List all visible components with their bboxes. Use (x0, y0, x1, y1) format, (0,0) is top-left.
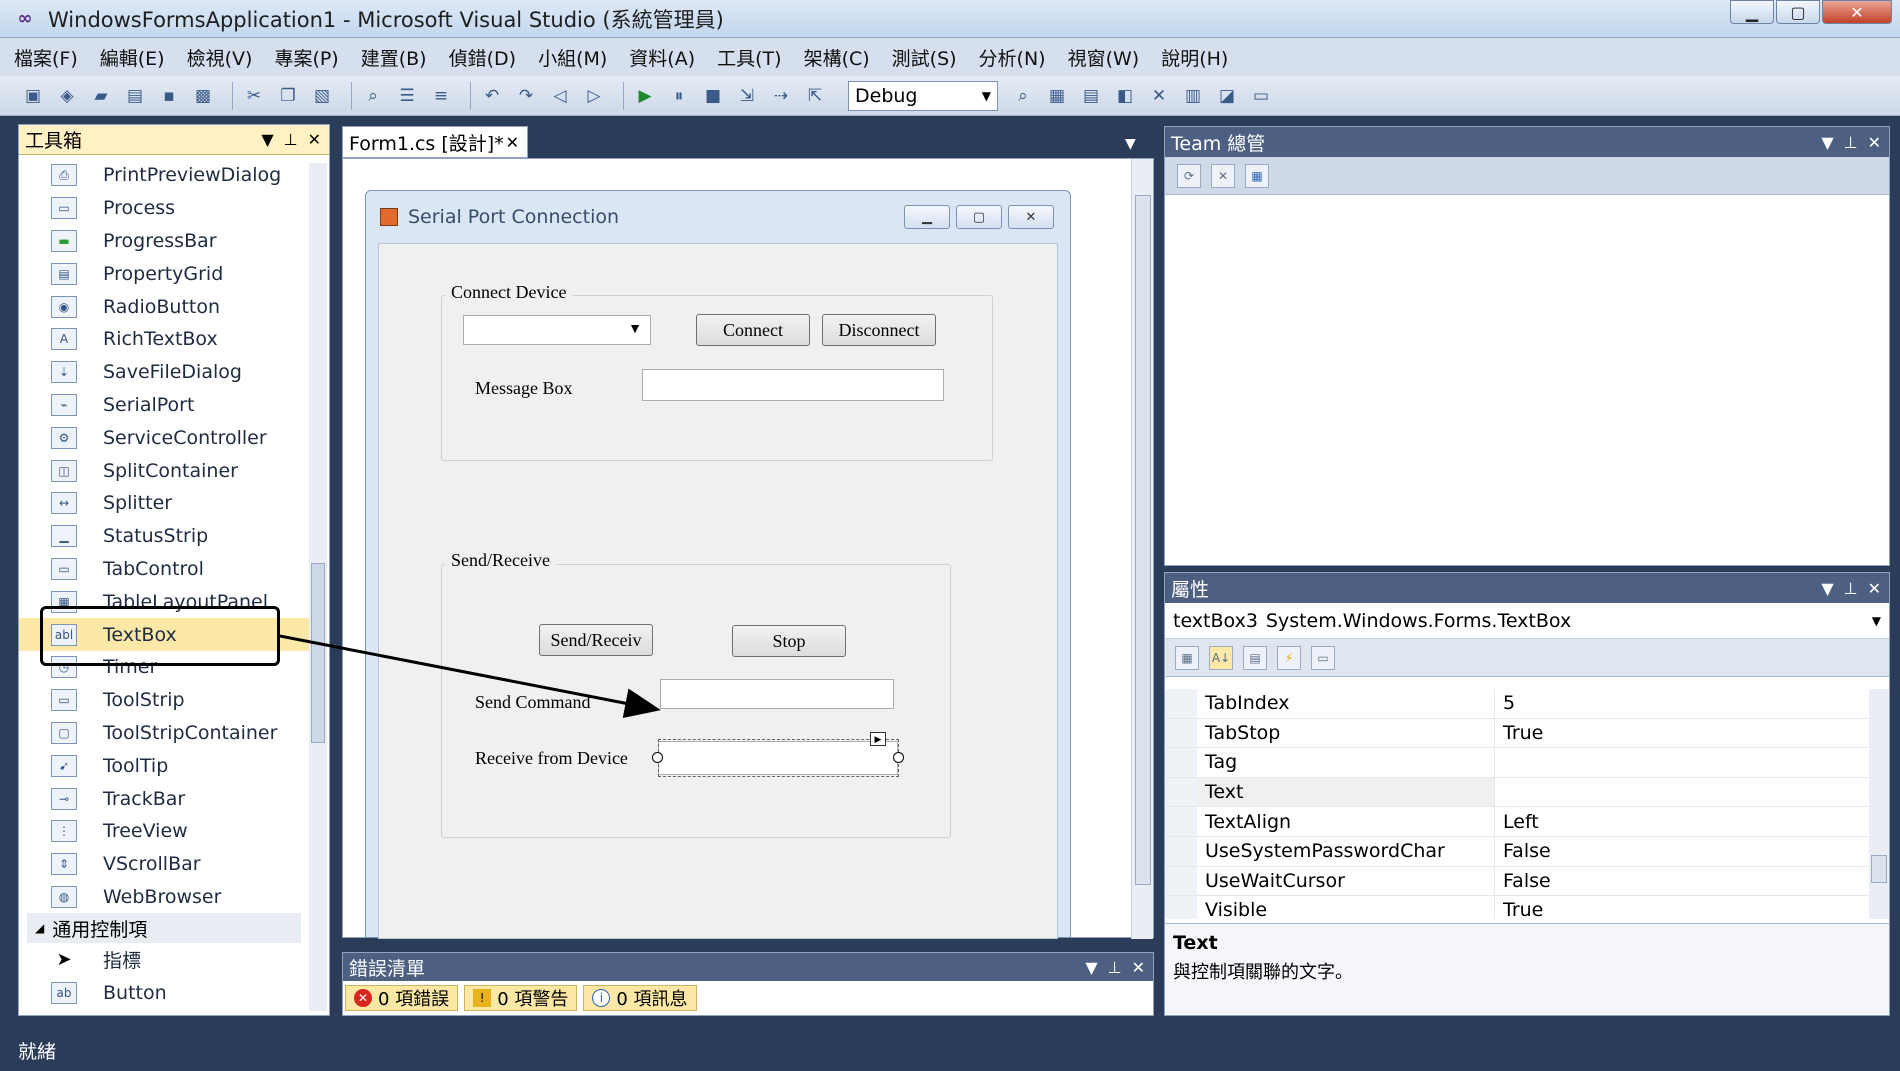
close-icon[interactable]: ✕ (1132, 958, 1145, 977)
property-name: TextAlign (1165, 807, 1495, 836)
property-description-text: 與控制項關聯的文字。 (1173, 962, 1353, 983)
object-name: textBox3 (1173, 609, 1258, 632)
property-row-visible[interactable]: Visible True (1165, 896, 1871, 919)
pin-icon[interactable]: ⊥ (1844, 579, 1858, 598)
warnings-filter-button[interactable]: ! 0 項警告 (464, 985, 578, 1011)
close-icon[interactable]: ✕ (1868, 133, 1881, 152)
property-row-usesystempasswordchar[interactable]: UseSystemPasswordChar False (1165, 836, 1871, 867)
property-description-title: Text (1173, 932, 1218, 954)
property-value[interactable]: True (1495, 899, 1543, 919)
property-grid-scrollbar[interactable] (1869, 689, 1889, 919)
dropdown-icon[interactable]: ▼ (1085, 958, 1097, 977)
property-row-tabindex[interactable]: TabIndex 5 (1165, 689, 1871, 719)
info-icon: i (592, 989, 611, 1007)
property-row-usewaitcursor[interactable]: UseWaitCursor False (1165, 866, 1871, 897)
team-explorer-toolbar: ⟳ ✕ ▦ (1165, 157, 1889, 195)
properties-toolbar: ▦ A↓ ▤ ⚡ ▭ (1165, 639, 1889, 677)
team-explorer-title-bar: Team 總管 ▼ ⊥ ✕ (1165, 127, 1889, 157)
property-description: Text 與控制項關聯的文字。 (1165, 923, 1889, 1015)
errors-count: 0 項錯誤 (378, 989, 450, 1010)
property-row-text[interactable]: Text (1165, 777, 1871, 808)
warning-icon: ! (473, 989, 492, 1007)
property-value[interactable]: False (1495, 840, 1551, 862)
properties-title: 屬性 (1171, 578, 1210, 601)
panel-tools: ▼ ⊥ ✕ (1821, 133, 1889, 152)
alphabetical-icon[interactable]: A↓ (1209, 645, 1233, 670)
property-grid: TabIndex 5 TabStop True Tag Text TextAlign… (1165, 689, 1871, 919)
properties-panel: 屬性 ▼ ⊥ ✕ textBox3 System.Windows.Forms.T… (1164, 572, 1890, 1016)
property-name: TabStop (1165, 718, 1495, 748)
dropdown-icon[interactable]: ▼ (1821, 579, 1833, 598)
property-row-textalign[interactable]: TextAlign Left (1165, 807, 1871, 837)
error-list-filters: ✕ 0 項錯誤 ! 0 項警告 i 0 項訊息 (343, 981, 1153, 1015)
warnings-count: 0 項警告 (497, 989, 569, 1010)
property-name: UseWaitCursor (1165, 866, 1495, 896)
property-row-tabstop[interactable]: TabStop True (1165, 718, 1871, 749)
object-type: System.Windows.Forms.TextBox (1265, 609, 1572, 632)
pin-icon[interactable]: ⊥ (1108, 958, 1122, 977)
events-icon[interactable]: ⚡ (1277, 645, 1301, 670)
panel-tools: ▼ ⊥ ✕ (1085, 958, 1153, 977)
error-list-panel: 錯誤清單 ▼ ⊥ ✕ ✕ 0 項錯誤 ! 0 項警告 i 0 項訊息 (342, 952, 1154, 1016)
scrollbar-thumb[interactable] (1871, 855, 1887, 883)
team-explorer-title: Team 總管 (1171, 132, 1266, 155)
property-name: Text (1165, 777, 1495, 807)
properties-title-bar: 屬性 ▼ ⊥ ✕ (1165, 573, 1889, 603)
property-name: TabIndex (1165, 689, 1495, 718)
stop-icon[interactable]: ✕ (1211, 163, 1235, 188)
properties-icon[interactable]: ▤ (1243, 645, 1267, 670)
property-value[interactable]: True (1495, 722, 1543, 744)
property-name: UseSystemPasswordChar (1165, 836, 1495, 866)
property-value[interactable]: False (1495, 870, 1551, 892)
property-value[interactable]: 5 (1495, 692, 1515, 714)
property-name: Visible (1165, 896, 1495, 919)
close-icon[interactable]: ✕ (1868, 579, 1881, 598)
status-text: 就緒 (18, 1041, 57, 1063)
refresh-icon[interactable]: ⟳ (1177, 163, 1201, 188)
panel-tools: ▼ ⊥ ✕ (1821, 579, 1889, 598)
team-explorer-panel: Team 總管 ▼ ⊥ ✕ ⟳ ✕ ▦ (1164, 126, 1890, 566)
status-bar: 就緒 (0, 1030, 1900, 1071)
property-value[interactable]: Left (1495, 811, 1539, 833)
property-pages-icon[interactable]: ▭ (1311, 645, 1335, 670)
chevron-down-icon: ▼ (1871, 613, 1881, 628)
error-list-title-bar: 錯誤清單 ▼ ⊥ ✕ (343, 953, 1153, 981)
connect-to-team-project-icon[interactable]: ▦ (1245, 163, 1269, 188)
messages-count: 0 項訊息 (616, 989, 688, 1010)
pin-icon[interactable]: ⊥ (1844, 133, 1858, 152)
messages-filter-button[interactable]: i 0 項訊息 (583, 985, 697, 1011)
property-row-tag[interactable]: Tag (1165, 748, 1871, 778)
error-list-title: 錯誤清單 (349, 957, 426, 980)
property-name: Tag (1165, 748, 1495, 777)
categorized-icon[interactable]: ▦ (1175, 645, 1199, 670)
errors-filter-button[interactable]: ✕ 0 項錯誤 (345, 985, 459, 1011)
error-icon: ✕ (354, 989, 372, 1007)
dropdown-icon[interactable]: ▼ (1821, 133, 1833, 152)
object-selector[interactable]: textBox3 System.Windows.Forms.TextBox ▼ (1165, 603, 1889, 639)
